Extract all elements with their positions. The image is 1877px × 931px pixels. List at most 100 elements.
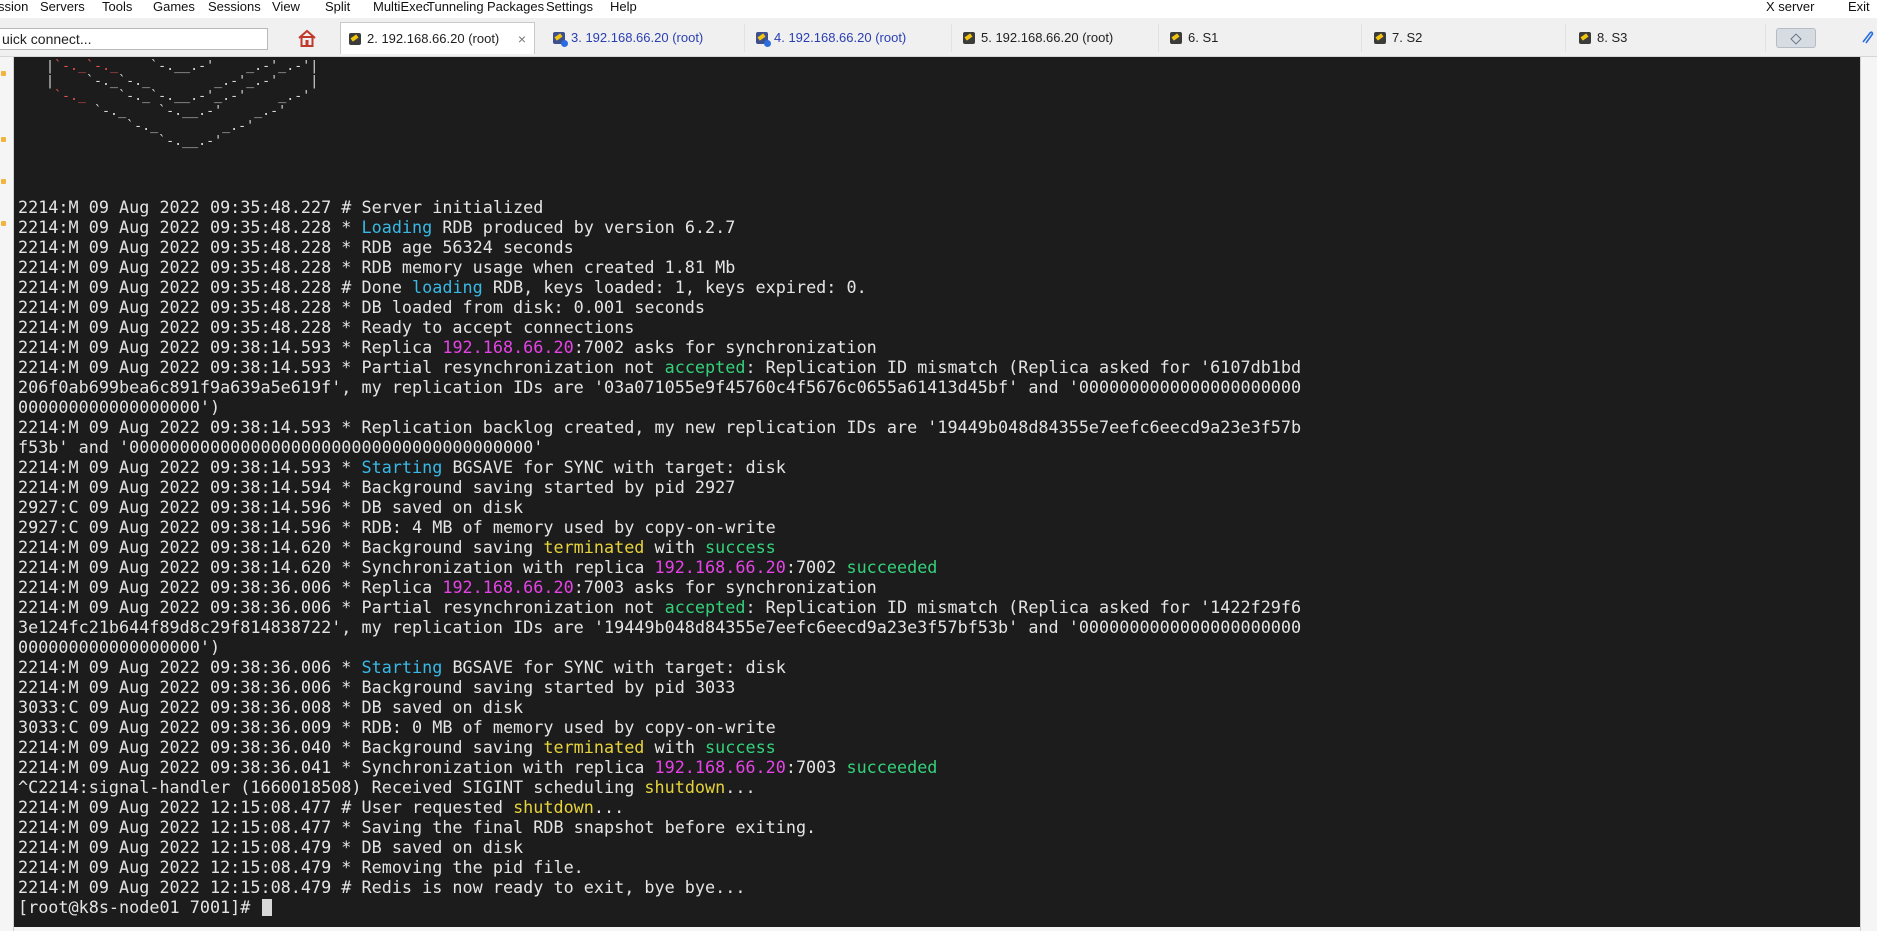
- terminal-segment: shutdown: [513, 797, 594, 817]
- terminal-line: 2214:M 09 Aug 2022 12:15:08.479 * Removi…: [18, 857, 1301, 877]
- terminal-segment: Starting: [361, 457, 443, 477]
- logo-line: `-._ `-.__.-' _.-': [22, 104, 318, 119]
- terminal-line: 2214:M 09 Aug 2022 09:38:14.593 * Replic…: [18, 417, 1301, 437]
- terminal-segment: 2214:M 09 Aug 2022 09:38:36.006 * Backgr…: [18, 677, 736, 697]
- terminal-line: 2214:M 09 Aug 2022 09:35:48.227 # Server…: [18, 197, 1301, 217]
- terminal-segment: 2214:M 09 Aug 2022 09:35:48.228 * Ready …: [18, 317, 635, 337]
- session-tab[interactable]: 3. 192.168.66.20 (root): [545, 24, 745, 52]
- terminal-segment: 3e124fc21b644f89d8c29f814838722', my rep…: [18, 617, 1302, 637]
- sidebar-marker: [1, 137, 6, 142]
- menu-item-tools[interactable]: Tools: [102, 0, 132, 16]
- quick-connect-input[interactable]: uick connect...: [0, 28, 268, 50]
- logo-segment: | `-._`-._ _.-'_.-' |: [22, 74, 319, 89]
- terminal-segment: loading: [412, 277, 483, 297]
- terminal-line: 2214:M 09 Aug 2022 09:35:48.228 # Done l…: [18, 277, 1301, 297]
- menu-item-split[interactable]: Split: [325, 0, 350, 16]
- session-tab[interactable]: 7. S2: [1366, 24, 1566, 52]
- menu-item-sessions[interactable]: Sessions: [208, 0, 261, 16]
- terminal-segment: 192.168.66.20: [442, 577, 574, 597]
- terminal-line: ^C2214:signal-handler (1660018508) Recei…: [18, 777, 1301, 797]
- close-tab-icon[interactable]: ×: [518, 23, 526, 54]
- terminal-line: 2214:M 09 Aug 2022 09:38:36.006 * Starti…: [18, 657, 1301, 677]
- menu-item-tunneling[interactable]: Tunneling: [427, 0, 484, 16]
- session-tab[interactable]: 6. S1: [1162, 24, 1362, 52]
- shell-prompt-line[interactable]: [root@k8s-node01 7001]#: [18, 897, 1301, 917]
- terminal-line: 2214:M 09 Aug 2022 09:38:14.593 * Partia…: [18, 357, 1301, 377]
- attach-icon[interactable]: [1860, 28, 1874, 48]
- terminal-segment: 2214:M 09 Aug 2022 09:35:48.227 # Server…: [18, 197, 544, 217]
- menu-item-help[interactable]: Help: [610, 0, 637, 16]
- terminal-line: 2214:M 09 Aug 2022 09:38:14.620 * Synchr…: [18, 557, 1301, 577]
- terminal-segment: :7003: [785, 757, 847, 777]
- menu-item-multiexec[interactable]: MultiExec: [373, 0, 429, 16]
- terminal-line: 2927:C 09 Aug 2022 09:38:14.596 * DB sav…: [18, 497, 1301, 517]
- terminal-segment: 192.168.66.20: [654, 557, 786, 577]
- terminal-segment: with: [644, 537, 706, 557]
- menu-bar: ssion Servers Tools Games Sessions View Split M…: [0, 0, 1877, 18]
- terminal-segment: 192.168.66.20: [442, 337, 574, 357]
- terminal-segment: ...: [725, 777, 756, 797]
- terminal-line: 2214:M 09 Aug 2022 09:35:48.228 * Ready …: [18, 317, 1301, 337]
- terminal-segment: succeeded: [846, 757, 938, 777]
- terminal-segment: 2214:M 09 Aug 2022 09:38:14.593 *: [18, 457, 362, 477]
- tab-label: 4. 192.168.66.20 (root): [774, 30, 907, 45]
- terminal-segment: 2214:M 09 Aug 2022 09:38:14.594 * Backgr…: [18, 477, 736, 497]
- terminal-line: 2214:M 09 Aug 2022 09:38:14.593 * Starti…: [18, 457, 1301, 477]
- terminal-segment: 000000000000000000'): [18, 397, 221, 417]
- terminal-segment: 2214:M 09 Aug 2022 09:38:36.006 *: [18, 657, 362, 677]
- terminal-line: 2214:M 09 Aug 2022 09:35:48.228 * RDB me…: [18, 257, 1301, 277]
- logo-segment: `-._ _.-': [22, 119, 255, 134]
- terminal-tab-icon: [756, 32, 771, 47]
- menu-item-exit[interactable]: Exit: [1848, 0, 1870, 16]
- menu-item-packages[interactable]: Packages: [487, 0, 544, 16]
- terminal-segment: ...: [593, 797, 625, 817]
- terminal-segment: terminated: [543, 737, 645, 757]
- terminal-line: 2214:M 09 Aug 2022 09:38:36.006 * Partia…: [18, 597, 1301, 617]
- menu-item-settings[interactable]: Settings: [546, 0, 593, 16]
- terminal-line: 2214:M 09 Aug 2022 09:35:48.228 * DB loa…: [18, 297, 1301, 317]
- menu-item-ssion[interactable]: ssion: [0, 0, 28, 16]
- home-tab[interactable]: [288, 24, 326, 52]
- terminal-segment: succeeded: [846, 557, 938, 577]
- terminal-line: f53b' and '00000000000000000000000000000…: [18, 437, 1301, 457]
- terminal-segment: success: [705, 737, 776, 757]
- new-tab-icon[interactable]: [1776, 28, 1816, 48]
- logo-segment: `-._`-._: [54, 59, 119, 74]
- terminal-segment: 3033:C 09 Aug 2022 09:38:36.008 * DB sav…: [18, 697, 524, 717]
- logo-line: `-._ _.-': [22, 119, 318, 134]
- session-tab[interactable]: 4. 192.168.66.20 (root): [748, 24, 952, 52]
- terminal-segment: f53b' and '00000000000000000000000000000…: [18, 437, 544, 457]
- terminal-segment: 2214:M 09 Aug 2022 09:38:36.006 * Replic…: [18, 577, 443, 597]
- terminal-segment: 2214:M 09 Aug 2022 12:15:08.477 * Saving…: [18, 817, 817, 837]
- terminal-line: 206f0ab699bea6c891f9a639a5e619f', my rep…: [18, 377, 1301, 397]
- terminal-segment: with: [644, 737, 706, 757]
- tab-label: 2. 192.168.66.20 (root): [367, 31, 500, 46]
- sidebar-marker: [1, 179, 6, 184]
- terminal-tab-icon: [1579, 32, 1591, 44]
- terminal-segment: 2214:M 09 Aug 2022 09:35:48.228 # Done: [18, 277, 413, 297]
- session-tab[interactable]: 2. 192.168.66.20 (root) ×: [340, 22, 535, 54]
- terminal[interactable]: |`-._`-._ `-.__.-' _.-'_.-'| | `-._`-._ …: [14, 57, 1860, 927]
- session-tab[interactable]: 5. 192.168.66.20 (root): [955, 24, 1159, 52]
- terminal-line: 3033:C 09 Aug 2022 09:38:36.008 * DB sav…: [18, 697, 1301, 717]
- terminal-segment: Starting: [361, 657, 443, 677]
- logo-line: | `-._`-._ _.-'_.-' |: [22, 74, 318, 89]
- terminal-segment: success: [705, 537, 776, 557]
- menu-item-games[interactable]: Games: [153, 0, 195, 16]
- terminal-segment: 206f0ab699bea6c891f9a639a5e619f', my rep…: [18, 377, 1302, 397]
- session-tab[interactable]: 8. S3: [1571, 24, 1766, 52]
- terminal-tab-icon: [963, 32, 975, 44]
- terminal-line: 2927:C 09 Aug 2022 09:38:14.596 * RDB: 4…: [18, 517, 1301, 537]
- terminal-segment: BGSAVE for SYNC with target: disk: [442, 457, 786, 477]
- terminal-line: 2214:M 09 Aug 2022 12:15:08.477 # User r…: [18, 797, 1301, 817]
- terminal-segment: ^C2214:signal-handler (1660018508) Recei…: [18, 777, 645, 797]
- tab-label: 8. S3: [1597, 30, 1628, 45]
- status-strip: [14, 927, 1860, 931]
- terminal-segment: : Replication ID mismatch (Replica asked…: [745, 597, 1302, 617]
- menu-item-servers[interactable]: Servers: [40, 0, 85, 16]
- menu-item-view[interactable]: View: [272, 0, 300, 16]
- terminal-line: 3033:C 09 Aug 2022 09:38:36.009 * RDB: 0…: [18, 717, 1301, 737]
- terminal-segment: 2214:M 09 Aug 2022 09:38:14.620 * Backgr…: [18, 537, 544, 557]
- menu-item-x-server[interactable]: X server: [1766, 0, 1814, 16]
- cursor: [262, 899, 273, 916]
